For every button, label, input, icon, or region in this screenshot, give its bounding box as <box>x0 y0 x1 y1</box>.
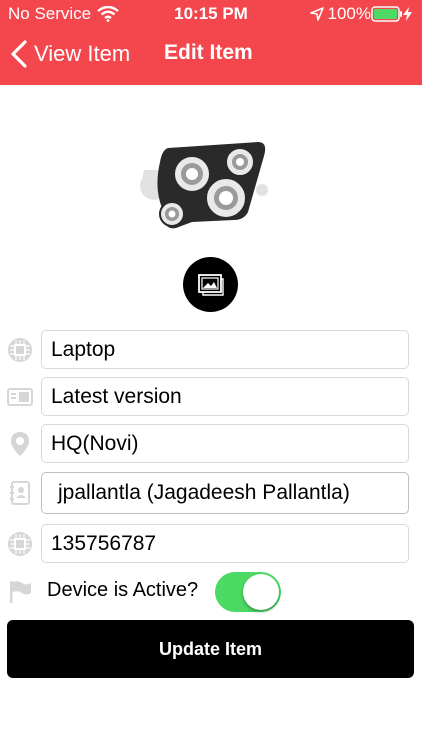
location-value: HQ(Novi) <box>51 431 139 455</box>
status-right: 100% <box>309 4 412 24</box>
battery-percent: 100% <box>327 4 371 23</box>
contact-book-icon <box>7 480 33 506</box>
image-icon <box>197 273 224 296</box>
toggle-knob <box>243 574 279 610</box>
card-icon <box>7 384 33 410</box>
chip-icon <box>7 337 33 363</box>
page-title: Edit Item <box>164 41 253 64</box>
serial-field[interactable]: 135756787 <box>41 524 409 563</box>
back-label: View Item <box>34 41 131 66</box>
description-value: Latest version <box>51 384 182 408</box>
flag-icon <box>7 579 33 605</box>
location-pin-icon <box>7 431 33 457</box>
name-value: Laptop <box>51 337 116 361</box>
description-field[interactable]: Latest version <box>41 377 409 416</box>
serial-value: 135756787 <box>51 531 157 555</box>
owner-picker[interactable]: jpallantla (Jagadeesh Pallantla) <box>41 472 409 514</box>
gears-icon <box>140 138 272 234</box>
battery-icon <box>371 6 402 22</box>
nav-header: No Service 10:15 PM 100% View Item Edit … <box>0 0 422 85</box>
active-toggle[interactable] <box>215 572 281 612</box>
charging-icon <box>403 7 412 21</box>
active-label: Device is Active? <box>47 579 199 601</box>
location-arrow-icon <box>309 7 324 21</box>
location-field[interactable]: HQ(Novi) <box>41 424 409 463</box>
image-picker-button[interactable] <box>183 257 238 312</box>
owner-value: jpallantla (Jagadeesh Pallantla) <box>58 481 350 504</box>
update-item-button[interactable]: Update Item <box>7 620 414 678</box>
name-field[interactable]: Laptop <box>41 330 409 369</box>
back-button[interactable]: View Item <box>10 40 130 68</box>
chevron-left-icon <box>11 40 27 68</box>
chip-icon <box>7 531 33 557</box>
